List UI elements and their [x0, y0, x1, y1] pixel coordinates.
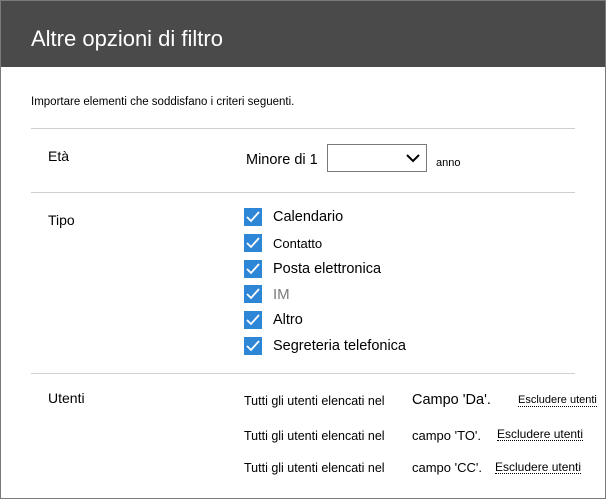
- dialog-header: Altre opzioni di filtro: [1, 1, 605, 67]
- type-section-label: Tipo: [48, 212, 75, 228]
- dialog-title: Altre opzioni di filtro: [31, 26, 223, 51]
- users-row-field: Campo 'Da'.: [412, 392, 491, 408]
- type-item-segreteria-telefonica[interactable]: Segreteria telefonica: [244, 336, 406, 356]
- exclude-users-link[interactable]: Escludere utenti: [495, 461, 582, 474]
- users-row-field: campo 'TO'.: [412, 428, 482, 443]
- type-item-altro[interactable]: Altro: [244, 310, 303, 330]
- users-row-cc: Tutti gli utenti elencati nel: [244, 461, 385, 475]
- age-prefix-text: Minore di 1: [246, 152, 318, 168]
- exclude-users-link[interactable]: Escludere utenti: [497, 428, 584, 441]
- users-row-to: Tutti gli utenti elencati nel: [244, 429, 385, 443]
- type-item-im[interactable]: IM: [244, 284, 290, 304]
- checkbox-checked[interactable]: [244, 260, 262, 278]
- age-dropdown[interactable]: [327, 144, 427, 172]
- users-row-prefix: Tutti gli utenti elencati nel: [244, 461, 385, 475]
- type-item-label: Contatto: [273, 235, 323, 251]
- users-section-label: Utenti: [48, 390, 85, 406]
- type-item-contatto[interactable]: Contatto: [244, 233, 322, 253]
- checkbox-checked[interactable]: [244, 208, 262, 226]
- checkbox-checked[interactable]: [244, 337, 262, 355]
- checkbox-checked[interactable]: [244, 285, 262, 303]
- checkbox-checked[interactable]: [244, 311, 262, 329]
- type-item-label: IM: [273, 285, 290, 303]
- age-section-label: Età: [48, 148, 70, 164]
- type-item-label: Segreteria telefonica: [273, 338, 406, 354]
- users-row-prefix: Tutti gli utenti elencati nel: [244, 394, 385, 408]
- exclude-users-link[interactable]: Escludere utenti: [518, 394, 597, 407]
- type-item-posta-elettronica[interactable]: Posta elettronica: [244, 259, 381, 279]
- type-item-label: Altro: [273, 312, 303, 328]
- checkbox-checked[interactable]: [244, 234, 262, 252]
- type-item-label: Posta elettronica: [273, 261, 382, 277]
- type-item-label: Calendario: [273, 209, 344, 225]
- divider: [31, 128, 575, 129]
- users-row-field: campo 'CC'.: [412, 460, 482, 475]
- filter-options-dialog: Altre opzioni di filtro Importare elemen…: [0, 0, 606, 499]
- chevron-down-icon: [406, 151, 420, 165]
- divider: [31, 192, 575, 193]
- type-item-calendario[interactable]: Calendario: [244, 207, 343, 227]
- users-row-prefix: Tutti gli utenti elencati nel: [244, 429, 385, 443]
- intro-text: Importare elementi che soddisfano i crit…: [31, 96, 295, 108]
- users-row-from: Tutti gli utenti elencati nel: [244, 394, 385, 408]
- divider: [31, 373, 575, 374]
- age-unit-text: anno: [436, 157, 461, 169]
